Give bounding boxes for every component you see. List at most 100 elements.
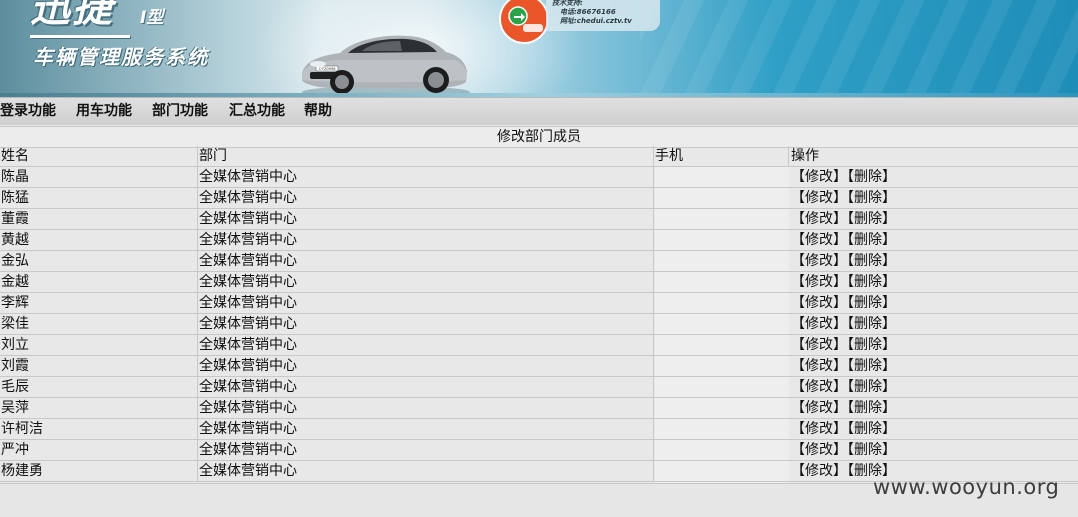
logo-title: 迅捷 xyxy=(30,0,114,31)
edit-link[interactable]: 【修改】 xyxy=(791,211,847,227)
member-department: 全媒体营销中心 xyxy=(198,188,654,208)
member-operations: 【修改】【删除】 xyxy=(789,398,1078,418)
edit-link[interactable]: 【修改】 xyxy=(791,295,847,311)
delete-link[interactable]: 【删除】 xyxy=(847,169,896,185)
edit-link[interactable]: 【修改】 xyxy=(791,253,847,269)
edit-link[interactable]: 【修改】 xyxy=(791,421,847,437)
table-row: 梁佳 全媒体营销中心 【修改】【删除】 xyxy=(0,314,1078,335)
support-phone: 电话:86676166 xyxy=(560,8,616,16)
member-department: 全媒体营销中心 xyxy=(198,209,654,229)
tech-support-box: 技术支持: 电话:86676166 网址:chedui.cztv.tv xyxy=(546,0,660,31)
delete-link[interactable]: 【删除】 xyxy=(847,190,896,206)
header-name: 姓名 xyxy=(0,146,198,166)
edit-link[interactable]: 【修改】 xyxy=(791,463,847,479)
table-row: 刘立 全媒体营销中心 【修改】【删除】 xyxy=(0,335,1078,356)
member-name: 许柯洁 xyxy=(0,419,198,439)
member-department: 全媒体营销中心 xyxy=(198,440,654,460)
member-name: 毛辰 xyxy=(0,377,198,397)
member-department: 全媒体营销中心 xyxy=(198,314,654,334)
nav-item-help[interactable]: 帮助 xyxy=(304,102,332,120)
member-operations: 【修改】【删除】 xyxy=(789,209,1078,229)
member-name: 金弘 xyxy=(0,251,198,271)
member-operations: 【修改】【删除】 xyxy=(789,167,1078,187)
member-department: 全媒体营销中心 xyxy=(198,356,654,376)
edit-link[interactable]: 【修改】 xyxy=(791,232,847,248)
support-title: 技术支持: xyxy=(552,0,583,7)
edit-link[interactable]: 【修改】 xyxy=(791,274,847,290)
table-row: 李辉 全媒体营销中心 【修改】【删除】 xyxy=(0,293,1078,314)
edit-link[interactable]: 【修改】 xyxy=(791,442,847,458)
member-operations: 【修改】【删除】 xyxy=(789,314,1078,334)
member-operations: 【修改】【删除】 xyxy=(789,419,1078,439)
table-row: 陈晶 全媒体营销中心 【修改】【删除】 xyxy=(0,167,1078,188)
watermark: www.wooyun.org xyxy=(873,475,1060,499)
member-operations: 【修改】【删除】 xyxy=(789,293,1078,313)
page-root: 迅捷 I型 车辆管理服务系统 C·FZ0998 技术支持: 电话:8667616… xyxy=(0,0,1078,517)
edit-link[interactable]: 【修改】 xyxy=(791,316,847,332)
edit-link[interactable]: 【修改】 xyxy=(791,400,847,416)
member-department: 全媒体营销中心 xyxy=(198,293,654,313)
delete-link[interactable]: 【删除】 xyxy=(847,358,896,374)
edit-link[interactable]: 【修改】 xyxy=(791,169,847,185)
delete-link[interactable]: 【删除】 xyxy=(847,442,896,458)
member-name: 吴萍 xyxy=(0,398,198,418)
member-name: 杨建勇 xyxy=(0,461,198,481)
member-operations: 【修改】【删除】 xyxy=(789,440,1078,460)
member-name: 陈猛 xyxy=(0,188,198,208)
table-row: 金弘 全媒体营销中心 【修改】【删除】 xyxy=(0,251,1078,272)
table-row: 董霞 全媒体营销中心 【修改】【删除】 xyxy=(0,209,1078,230)
member-name: 金越 xyxy=(0,272,198,292)
nav-item-summary[interactable]: 汇总功能 xyxy=(229,102,285,120)
member-department: 全媒体营销中心 xyxy=(198,335,654,355)
member-operations: 【修改】【删除】 xyxy=(789,335,1078,355)
member-operations: 【修改】【删除】 xyxy=(789,230,1078,250)
delete-link[interactable]: 【删除】 xyxy=(847,211,896,227)
delete-link[interactable]: 【删除】 xyxy=(847,400,896,416)
table-title: 修改部门成员 xyxy=(0,126,1078,148)
delete-link[interactable]: 【删除】 xyxy=(847,232,896,248)
member-department: 全媒体营销中心 xyxy=(198,419,654,439)
member-name: 刘立 xyxy=(0,335,198,355)
delete-link[interactable]: 【删除】 xyxy=(847,379,896,395)
edit-link[interactable]: 【修改】 xyxy=(791,337,847,353)
header-dept: 部门 xyxy=(198,146,654,166)
table-row: 刘霞 全媒体营销中心 【修改】【删除】 xyxy=(0,356,1078,377)
member-operations: 【修改】【删除】 xyxy=(789,272,1078,292)
table-row: 陈猛 全媒体营销中心 【修改】【删除】 xyxy=(0,188,1078,209)
edit-link[interactable]: 【修改】 xyxy=(791,379,847,395)
member-department: 全媒体营销中心 xyxy=(198,251,654,271)
member-department: 全媒体营销中心 xyxy=(198,167,654,187)
edit-link[interactable]: 【修改】 xyxy=(791,190,847,206)
member-name: 严冲 xyxy=(0,440,198,460)
delete-link[interactable]: 【删除】 xyxy=(847,421,896,437)
delete-link[interactable]: 【删除】 xyxy=(847,316,896,332)
delete-link[interactable]: 【删除】 xyxy=(847,295,896,311)
nav-item-department[interactable]: 部门功能 xyxy=(152,102,208,120)
table-row: 金越 全媒体营销中心 【修改】【删除】 xyxy=(0,272,1078,293)
members-table: 修改部门成员 姓名 部门 手机 操作 陈晶 全媒体营销中心 【修改】【删除】 陈猛 全媒… xyxy=(0,126,1078,517)
member-name: 刘霞 xyxy=(0,356,198,376)
member-name: 董霞 xyxy=(0,209,198,229)
member-department: 全媒体营销中心 xyxy=(198,461,654,481)
member-department: 全媒体营销中心 xyxy=(198,377,654,397)
nav-item-login[interactable]: 登录功能 xyxy=(0,102,56,120)
member-operations: 【修改】【删除】 xyxy=(789,356,1078,376)
delete-link[interactable]: 【删除】 xyxy=(847,253,896,269)
header-operations: 操作 xyxy=(791,148,819,164)
member-name: 黄越 xyxy=(0,230,198,250)
support-site: 网址:chedui.cztv.tv xyxy=(560,17,632,25)
header-phone: 手机 xyxy=(654,146,789,166)
member-name: 梁佳 xyxy=(0,314,198,334)
table-row: 毛辰 全媒体营销中心 【修改】【删除】 xyxy=(0,377,1078,398)
member-department: 全媒体营销中心 xyxy=(198,230,654,250)
edit-link[interactable]: 【修改】 xyxy=(791,358,847,374)
nav-item-vehicle[interactable]: 用车功能 xyxy=(76,102,132,120)
member-operations: 【修改】【删除】 xyxy=(789,377,1078,397)
logo-underline xyxy=(30,35,130,38)
delete-link[interactable]: 【删除】 xyxy=(847,337,896,353)
member-operations: 【修改】【删除】 xyxy=(789,251,1078,271)
member-department: 全媒体营销中心 xyxy=(198,398,654,418)
table-header-row: 姓名 部门 手机 操作 xyxy=(0,146,1078,167)
tech-support-icon xyxy=(499,0,549,44)
delete-link[interactable]: 【删除】 xyxy=(847,274,896,290)
